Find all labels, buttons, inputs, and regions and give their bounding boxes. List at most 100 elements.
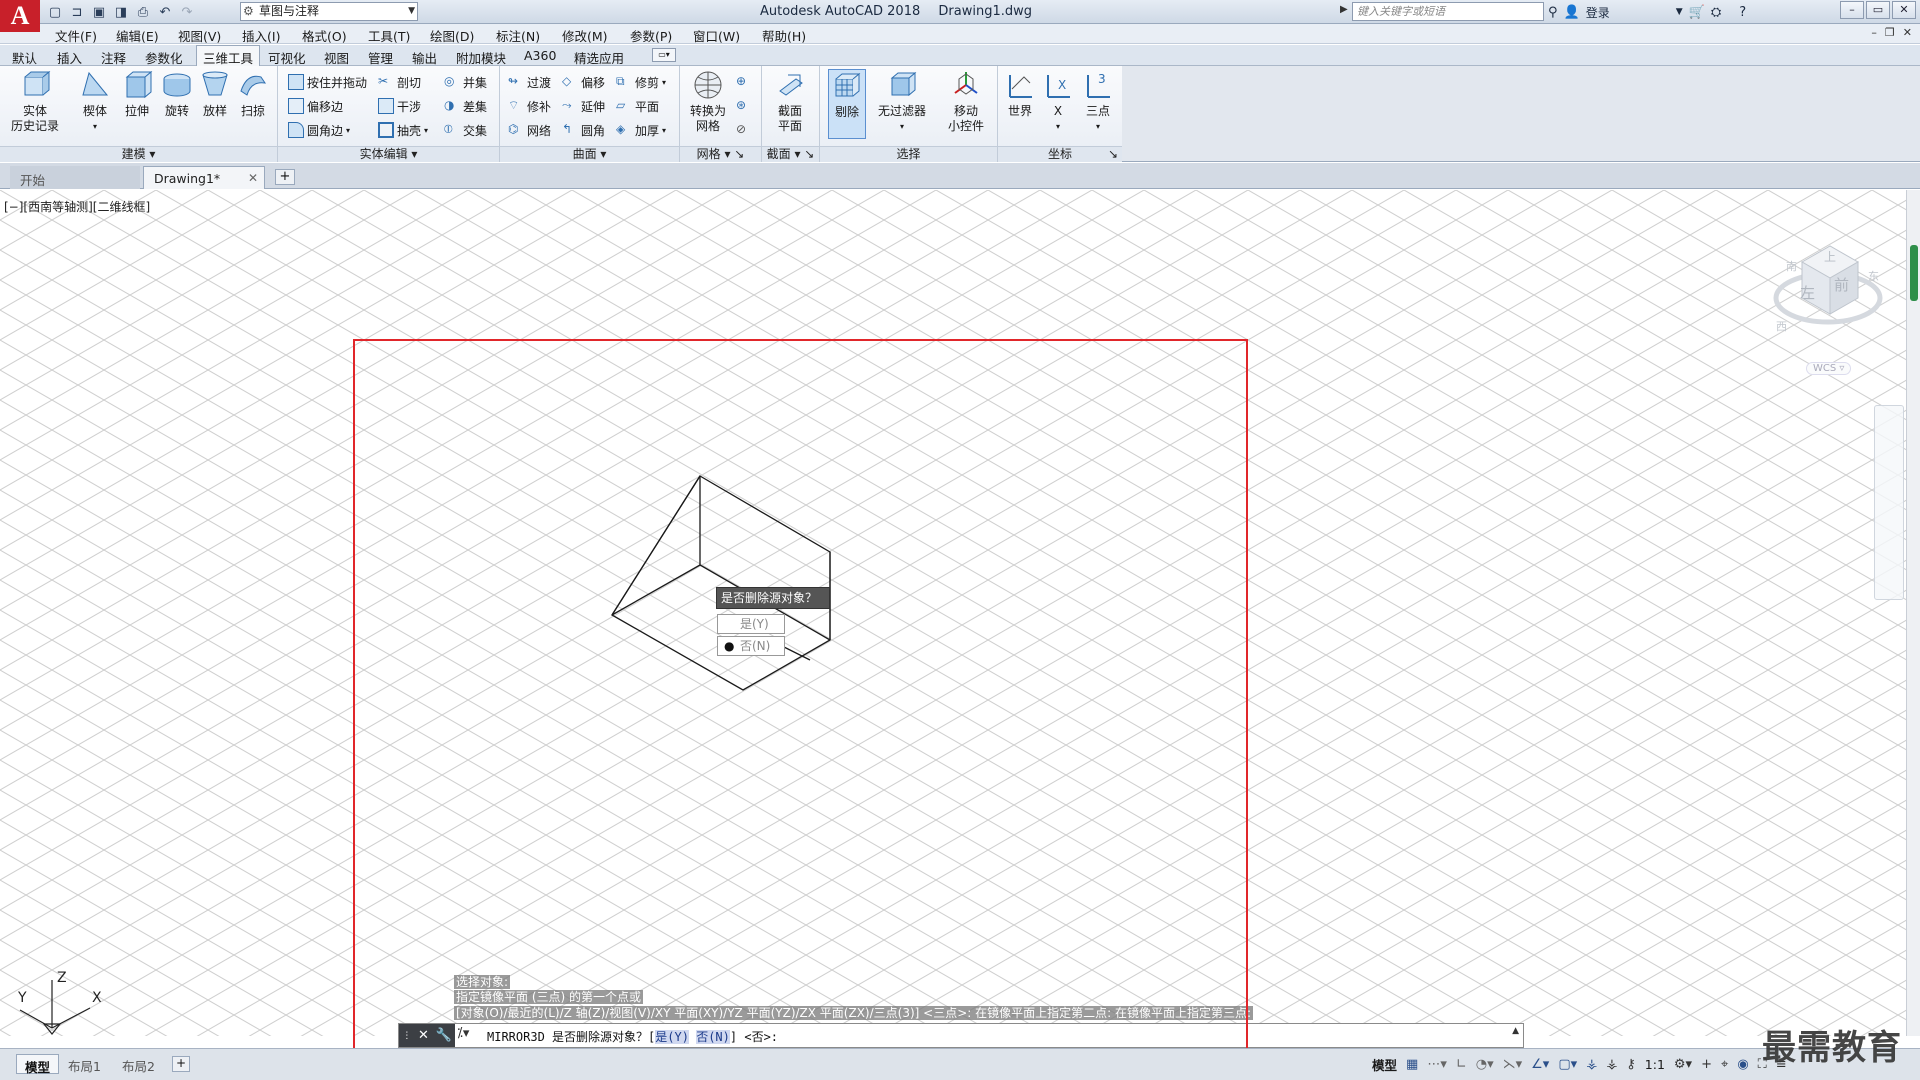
mesh-tool-2-button[interactable]: ⊛ bbox=[736, 96, 752, 116]
isodraft-icon[interactable]: ⋋▾ bbox=[1503, 1057, 1523, 1072]
undo-icon[interactable]: ↶ bbox=[156, 3, 174, 21]
new-layout-button[interactable]: + bbox=[172, 1056, 190, 1072]
command-line[interactable]: ⋮ ✕ 🔧 ⁒▾ MIRROR3D 是否删除源对象？[是(Y) 否(N)] <否… bbox=[398, 1023, 1524, 1048]
menu-dimension[interactable]: 标注(N) bbox=[496, 26, 540, 45]
menu-draw[interactable]: 绘图(D) bbox=[430, 26, 474, 45]
command-history-toggle-icon[interactable]: ▲ bbox=[1512, 1026, 1519, 1036]
command-option-no[interactable]: 否(N) bbox=[696, 1030, 730, 1044]
presspull-button[interactable]: 按住并拖动 bbox=[288, 72, 367, 92]
subtract-button[interactable]: ◑ 差集 bbox=[444, 96, 487, 116]
open-icon[interactable]: ⊐ bbox=[68, 3, 86, 21]
ucs-x-button[interactable]: X X ▾ bbox=[1040, 69, 1076, 134]
tab-default[interactable]: 默认 bbox=[12, 48, 37, 67]
doc-restore-button[interactable]: ❐ bbox=[1885, 26, 1895, 39]
new-icon[interactable]: ▢ bbox=[46, 3, 64, 21]
grid-icon[interactable]: ▦ bbox=[1406, 1057, 1418, 1072]
save-as-icon[interactable]: ◨ bbox=[112, 3, 130, 21]
command-prompt-icon[interactable]: ⁒▾ bbox=[457, 1026, 481, 1041]
drawing-canvas[interactable]: [−][西南等轴测][二维线框] 上 左 前 南 东 西 WCS ▿ Z Y X bbox=[0, 190, 1906, 1036]
surface-planar-button[interactable]: ▱ 平面 bbox=[616, 96, 659, 116]
tab-addins[interactable]: 附加模块 bbox=[456, 48, 506, 67]
prompt-option-yes[interactable]: 是(Y) bbox=[717, 614, 785, 634]
section-plane-button[interactable]: 截面 平面 bbox=[766, 69, 814, 134]
snap-icon[interactable]: ⋯▾ bbox=[1427, 1057, 1447, 1072]
add-icon[interactable]: + bbox=[1701, 1057, 1712, 1072]
isolate-icon[interactable]: ◉ bbox=[1737, 1057, 1748, 1072]
redo-icon[interactable]: ↷ bbox=[178, 3, 196, 21]
cart-icon[interactable]: 🛒 bbox=[1689, 5, 1705, 20]
vertical-scrollbar[interactable] bbox=[1906, 190, 1920, 1036]
search-expand-icon[interactable]: ▶ bbox=[1340, 4, 1348, 15]
doc-tab-drawing1[interactable]: Drawing1* ✕ bbox=[143, 166, 265, 189]
sweep-button[interactable]: 扫掠 bbox=[234, 69, 272, 119]
grip-handle-icon[interactable]: ⋮ bbox=[402, 1031, 411, 1041]
tab-3d-tools[interactable]: 三维工具 bbox=[196, 45, 261, 67]
menu-insert[interactable]: 插入(I) bbox=[242, 26, 280, 45]
binoculars-icon[interactable]: ⚲ bbox=[1548, 5, 1558, 20]
polar-icon[interactable]: ◔▾ bbox=[1476, 1057, 1494, 1072]
surface-fillet-button[interactable]: ↰ 圆角 bbox=[562, 120, 605, 140]
surface-thicken-button[interactable]: ◈ 加厚 ▾ bbox=[616, 120, 666, 140]
close-icon[interactable]: ✕ bbox=[418, 1028, 429, 1043]
workspace-gear-icon[interactable]: ⚙▾ bbox=[1674, 1057, 1692, 1072]
no-filter-button[interactable]: 无过滤器 ▾ bbox=[874, 69, 930, 134]
wrench-icon[interactable]: 🔧 bbox=[435, 1028, 451, 1043]
surface-trim-button[interactable]: ⧉ 修剪 ▾ bbox=[616, 72, 666, 92]
panel-label-solid-editing[interactable]: 实体编辑 ▾ bbox=[278, 146, 499, 162]
move-gizmo-button[interactable]: 移动 小控件 bbox=[938, 69, 994, 134]
tab-a360[interactable]: A360 bbox=[524, 48, 556, 63]
model-space-toggle[interactable]: 模型 bbox=[1372, 1055, 1397, 1074]
layout-tab-layout2[interactable]: 布局2 bbox=[114, 1054, 163, 1074]
panel-label-selection[interactable]: 选择 bbox=[820, 146, 997, 162]
menu-view[interactable]: 视图(V) bbox=[178, 26, 221, 45]
mesh-tool-3-button[interactable]: ⊘ bbox=[736, 120, 752, 140]
tab-output[interactable]: 输出 bbox=[412, 48, 437, 67]
print-icon[interactable]: ⎙ bbox=[134, 3, 152, 21]
tab-manage[interactable]: 管理 bbox=[368, 48, 393, 67]
tab-parametric[interactable]: 参数化 bbox=[145, 48, 183, 67]
wcs-menu[interactable]: WCS ▿ bbox=[1806, 362, 1852, 375]
extrude-button[interactable]: 拉伸 bbox=[118, 69, 156, 119]
fillet-edge-button[interactable]: 圆角边 ▾ bbox=[288, 120, 350, 140]
doc-close-button[interactable]: ✕ bbox=[1903, 26, 1912, 39]
wedge-button[interactable]: 楔体 ▾ bbox=[76, 69, 114, 134]
layout-tab-layout1[interactable]: 布局1 bbox=[60, 1054, 109, 1074]
close-button[interactable]: ✕ bbox=[1892, 1, 1916, 19]
chevron-down-icon[interactable]: ▼ bbox=[1676, 7, 1683, 17]
surface-network-button[interactable]: ⌬ 网络 bbox=[508, 120, 551, 140]
save-icon[interactable]: ▣ bbox=[90, 3, 108, 21]
panel-label-mesh[interactable]: 网格 ▾ ↘ bbox=[680, 146, 761, 162]
command-option-yes[interactable]: 是(Y) bbox=[655, 1030, 689, 1044]
ortho-icon[interactable]: ∟ bbox=[1456, 1057, 1467, 1072]
ribbon-minimize-toggle[interactable]: ▭▾ bbox=[652, 48, 676, 62]
viewcube[interactable] bbox=[1770, 228, 1890, 348]
tab-featured-apps[interactable]: 精选应用 bbox=[574, 48, 624, 67]
tab-annotate[interactable]: 注释 bbox=[101, 48, 126, 67]
annotation-visibility-icon[interactable]: ⚶ bbox=[1586, 1057, 1597, 1072]
menu-edit[interactable]: 编辑(E) bbox=[116, 26, 159, 45]
tab-insert[interactable]: 插入 bbox=[57, 48, 82, 67]
panel-label-coordinates[interactable]: 坐标 ↘ bbox=[998, 146, 1122, 162]
prompt-option-no[interactable]: ● 否(N) bbox=[717, 636, 785, 656]
navigation-bar[interactable] bbox=[1874, 405, 1904, 600]
union-button[interactable]: ◎ 并集 bbox=[444, 72, 487, 92]
revolve-button[interactable]: 旋转 bbox=[158, 69, 196, 119]
osnap-tracking-icon[interactable]: ∠▾ bbox=[1531, 1057, 1549, 1072]
solid-history-button[interactable]: 实体 历史记录 bbox=[6, 69, 64, 134]
doc-minimize-button[interactable]: – bbox=[1871, 26, 1877, 39]
scrollbar-thumb[interactable] bbox=[1910, 245, 1918, 301]
loft-button[interactable]: 放样 bbox=[196, 69, 234, 119]
doc-tab-start[interactable]: 开始 bbox=[10, 166, 140, 189]
annotation-scale-value[interactable]: 1:1 bbox=[1645, 1057, 1665, 1072]
shell-button[interactable]: 抽壳 ▾ bbox=[378, 120, 428, 140]
slice-button[interactable]: ✂ 剖切 bbox=[378, 72, 421, 92]
panel-label-section[interactable]: 截面 ▾ ↘ bbox=[762, 146, 819, 162]
surface-extend-button[interactable]: ⤳ 延伸 bbox=[562, 96, 605, 116]
new-document-tab-button[interactable]: + bbox=[275, 169, 295, 185]
surface-patch-button[interactable]: ⌔ 修补 bbox=[508, 96, 551, 116]
help-icon[interactable]: ? bbox=[1739, 5, 1746, 20]
tab-view[interactable]: 视图 bbox=[324, 48, 349, 67]
layout-tab-model[interactable]: 模型 bbox=[16, 1054, 60, 1075]
culling-button[interactable]: 剔除 bbox=[828, 69, 866, 139]
menu-help[interactable]: 帮助(H) bbox=[762, 26, 806, 45]
